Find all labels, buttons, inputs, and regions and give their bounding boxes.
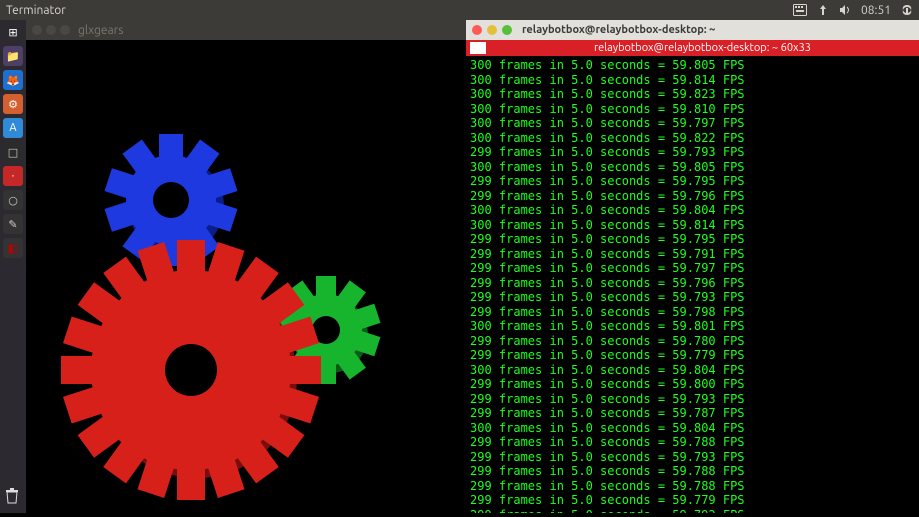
glxgears-window: glxgears [26, 20, 466, 513]
desktop-area: glxgears [26, 20, 919, 513]
terminator-tab-banner[interactable]: relaybotbox@relaybotbox-desktop: ~ 60x33 [466, 40, 919, 56]
launcher-tile-camera[interactable]: ○ [3, 190, 23, 210]
glxgears-canvas [26, 40, 466, 513]
launcher-tile-terminator[interactable]: ◧ [3, 238, 23, 258]
launcher-tile-software[interactable]: A [3, 118, 23, 138]
launcher-tile-text-editor[interactable]: ✎ [3, 214, 23, 234]
red-gear-icon [61, 240, 321, 500]
launcher-tile-files[interactable]: 📁 [3, 46, 23, 66]
terminator-banner-text: relaybotbox@relaybotbox-desktop: ~ 60x33 [490, 42, 915, 54]
sound-indicator-icon[interactable] [839, 4, 851, 16]
minimize-button[interactable] [46, 25, 56, 35]
close-button[interactable] [472, 25, 482, 35]
launcher-tile-firefox[interactable]: 🦊 [3, 70, 23, 90]
unity-launcher: ⊞ 📁 🦊 ⚙ A □ · ○ ✎ ◧ [0, 20, 26, 513]
terminator-window: relaybotbox@relaybotbox-desktop: ~ relay… [466, 20, 919, 513]
window-controls [32, 25, 70, 35]
terminator-titlebar[interactable]: relaybotbox@relaybotbox-desktop: ~ [466, 20, 919, 40]
trash-icon[interactable] [3, 487, 23, 507]
launcher-tile-terminal[interactable]: □ [3, 142, 23, 162]
window-controls [472, 25, 512, 35]
launcher-tile-app-drawer[interactable]: ⊞ [3, 22, 23, 42]
terminal-output[interactable]: 300 frames in 5.0 seconds = 59.805 FPS 3… [466, 56, 919, 513]
glxgears-title-text: glxgears [78, 24, 123, 37]
network-indicator-icon[interactable] [817, 4, 829, 16]
top-menu-bar: Terminator 08:51 [0, 0, 919, 20]
close-button[interactable] [32, 25, 42, 35]
clock[interactable]: 08:51 [861, 4, 891, 17]
maximize-button[interactable] [60, 25, 70, 35]
active-app-title: Terminator [6, 4, 66, 17]
minimize-button[interactable] [487, 25, 497, 35]
launcher-tile-red-app[interactable]: · [3, 166, 23, 186]
launcher-tile-settings[interactable]: ⚙ [3, 94, 23, 114]
tab-indicator-icon [470, 42, 486, 54]
terminator-title-text: relaybotbox@relaybotbox-desktop: ~ [522, 24, 715, 36]
keyboard-indicator-icon[interactable] [793, 4, 807, 16]
session-menu-icon[interactable] [901, 4, 913, 16]
glxgears-titlebar[interactable]: glxgears [26, 20, 466, 40]
maximize-button[interactable] [502, 25, 512, 35]
system-indicators: 08:51 [793, 4, 913, 17]
